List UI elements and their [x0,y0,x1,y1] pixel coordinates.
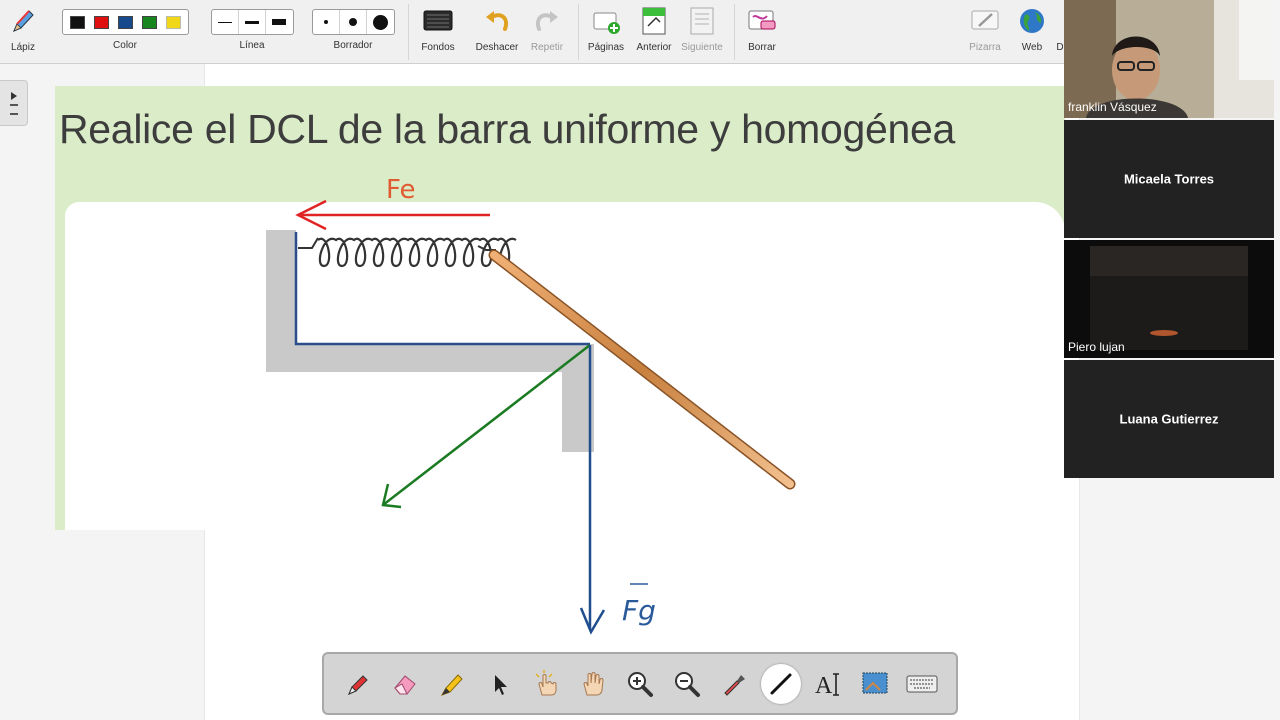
text-icon: A [815,673,840,698]
spring [298,237,517,268]
pen-tool-button[interactable] [338,664,378,704]
zoom-out-icon [674,671,700,697]
click-tool-button[interactable] [526,664,566,704]
hand-click-icon [535,669,557,695]
spring-force-arrow [295,199,490,231]
eyedropper-icon [724,674,746,696]
straight-line-icon [770,673,792,694]
whiteboard-app: Lápiz Color Línea Borrador Fondos Deshac… [0,0,1280,720]
screen-capture-button[interactable] [855,664,895,704]
participants-gallery: franklin Vásquez Micaela Torres Piero lu… [1064,0,1280,720]
pan-tool-button[interactable] [573,664,613,704]
text-tool-button[interactable]: A [808,664,848,704]
highlighter-tool-button[interactable] [432,664,472,704]
hand-pan-icon [583,671,604,695]
participant-tile[interactable]: Piero lujan [1064,240,1274,358]
keyboard-icon [906,675,938,692]
weight-force-label: Fg [622,594,656,627]
drawing-tool-palette: A [322,652,958,715]
participant-name: Micaela Torres [1123,171,1215,187]
participant-tile[interactable]: franklin Vásquez [1064,0,1274,118]
zoom-in-button[interactable] [620,664,660,704]
participant-tile[interactable]: Micaela Torres [1064,120,1274,238]
zoom-in-icon [627,671,653,697]
participant-name: Luana Gutierrez [1119,411,1219,427]
zoom-out-button[interactable] [667,664,707,704]
screen-capture-icon [862,672,888,693]
eraser-tool-button[interactable] [385,664,425,704]
spring-force-label: Fe [386,175,416,205]
pointer-tool-button[interactable] [479,664,519,704]
pen-icon [347,674,368,695]
line-tool-button[interactable] [761,663,802,704]
svg-text:A: A [815,673,833,698]
on-screen-keyboard-button[interactable] [902,664,942,704]
eyedropper-tool-button[interactable] [714,664,754,704]
participant-name: franklin Vásquez [1068,100,1157,114]
wall-support [266,230,594,452]
eraser-icon [393,674,416,694]
highlighter-icon [440,673,463,696]
arrow-pointer-icon [494,674,507,695]
participant-name: Piero lujan [1068,340,1125,354]
board-drawing[interactable]: Fe Fg [0,0,1064,720]
participant-tile[interactable]: Luana Gutierrez [1064,360,1274,478]
